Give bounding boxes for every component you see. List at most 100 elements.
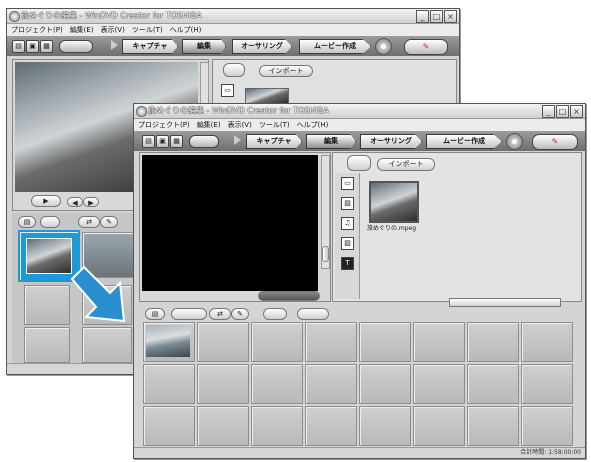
back-folder-tab[interactable]: [223, 63, 245, 77]
menu-project[interactable]: プロジェクト(P): [11, 24, 63, 36]
back-video-library-icon[interactable]: ▭: [221, 84, 234, 97]
back-titlebar: 旅めぐりの編集 - WinDVD Creator for TOSHIBA _ □…: [7, 9, 459, 24]
storyboard-cell[interactable]: [467, 322, 519, 362]
storyboard-cell[interactable]: [359, 322, 411, 362]
storyboard-scroll-track[interactable]: [449, 298, 561, 307]
maximize-button[interactable]: □: [430, 10, 443, 23]
tab-make-movie[interactable]: ムービー作成: [299, 39, 371, 54]
front-preview-scrollbar[interactable]: [321, 155, 330, 269]
frame-back-icon[interactable]: ◀: [67, 197, 83, 207]
back-storyboard-cell[interactable]: [24, 327, 70, 363]
title-library-icon[interactable]: T: [341, 257, 354, 270]
undo-redo-buttons[interactable]: [189, 135, 219, 148]
tab-authoring[interactable]: オーサリング: [232, 39, 292, 54]
new-project-icon[interactable]: ▤: [12, 40, 25, 53]
tab-make-movie[interactable]: ムービー作成: [426, 134, 502, 149]
front-preview-slider[interactable]: [258, 291, 320, 301]
front-preview-panel: [139, 152, 331, 302]
media-clip-thumbnail[interactable]: [369, 181, 419, 223]
disc-icon[interactable]: [375, 38, 392, 55]
new-project-icon[interactable]: ▤: [142, 135, 155, 148]
storyboard-cell[interactable]: [413, 406, 465, 446]
menu-tools[interactable]: ツール(T): [132, 24, 163, 36]
storyboard-cell[interactable]: [521, 322, 573, 362]
storyboard-cell[interactable]: [197, 322, 249, 362]
storyboard-cell[interactable]: [197, 406, 249, 446]
menu-help[interactable]: ヘルプ(H): [297, 119, 329, 131]
storyboard-cell[interactable]: [521, 364, 573, 404]
tab-edit[interactable]: 編集: [182, 39, 226, 54]
storyboard-cell[interactable]: [143, 364, 195, 404]
storyboard-cell[interactable]: [143, 406, 195, 446]
open-project-icon[interactable]: ▣: [156, 135, 169, 148]
storyboard-cell[interactable]: [413, 364, 465, 404]
menu-help[interactable]: ヘルプ(H): [170, 24, 202, 36]
front-folder-tab[interactable]: [347, 155, 371, 171]
back-storyboard-cell[interactable]: [24, 285, 70, 325]
menu-view[interactable]: 表示(V): [101, 24, 125, 36]
toolbox-icon[interactable]: ✎: [532, 134, 578, 150]
edit-icon[interactable]: ✎: [231, 308, 249, 320]
tab-authoring[interactable]: オーサリング: [360, 134, 422, 149]
back-toolbar: ▤ ▣ ▦ キャプチャ 編集 オーサリング ムービー作成 ✎: [7, 36, 459, 56]
ab-transition-icon[interactable]: ⇄: [78, 216, 100, 228]
storyboard-cell[interactable]: [305, 364, 357, 404]
close-button[interactable]: ×: [444, 10, 457, 23]
timeline-view-icon[interactable]: [40, 216, 60, 228]
front-preview-scroll-thumb[interactable]: [322, 246, 329, 262]
toolbox-icon[interactable]: ✎: [404, 39, 448, 55]
storyboard-option-button[interactable]: [263, 308, 287, 320]
storyboard-clip-cell[interactable]: [143, 322, 195, 362]
save-project-icon[interactable]: ▦: [40, 40, 53, 53]
transition-library-icon[interactable]: ▨: [341, 237, 354, 250]
back-import-button[interactable]: インポート: [259, 65, 313, 77]
close-button[interactable]: ×: [570, 105, 583, 118]
app-icon: [136, 106, 147, 117]
frame-forward-icon[interactable]: ▶: [83, 197, 99, 207]
tab-capture[interactable]: キャプチャ: [122, 39, 178, 54]
storyboard-cell[interactable]: [359, 364, 411, 404]
storyboard-cell[interactable]: [251, 364, 303, 404]
music-library-icon[interactable]: ♫: [341, 217, 354, 230]
timeline-view-icon[interactable]: [171, 308, 207, 320]
front-media-panel: インポート ▭ ▧ ♫ ▨ T 旅めぐりの.mpeg: [332, 152, 582, 302]
tab-capture[interactable]: キャプチャ: [246, 134, 302, 149]
video-library-icon[interactable]: ▭: [341, 177, 354, 190]
storyboard-cell[interactable]: [467, 406, 519, 446]
open-project-icon[interactable]: ▣: [26, 40, 39, 53]
undo-redo-buttons[interactable]: [59, 40, 93, 53]
storyboard-view-icon[interactable]: ▤: [145, 308, 165, 320]
storyboard-cell[interactable]: [467, 364, 519, 404]
disc-icon[interactable]: [506, 133, 523, 150]
storyboard-zoom-buttons[interactable]: [297, 308, 329, 320]
save-project-icon[interactable]: ▦: [170, 135, 183, 148]
edit-icon[interactable]: ✎: [100, 216, 118, 228]
image-library-icon[interactable]: ▧: [341, 197, 354, 210]
storyboard-cell[interactable]: [251, 406, 303, 446]
ab-transition-icon[interactable]: ⇄: [209, 308, 231, 320]
storyboard-cell[interactable]: [305, 406, 357, 446]
minimize-button[interactable]: _: [416, 10, 429, 23]
storyboard-cell[interactable]: [521, 406, 573, 446]
storyboard-cell[interactable]: [197, 364, 249, 404]
back-storyboard-cell[interactable]: [82, 327, 132, 363]
storyboard-cell[interactable]: [305, 322, 357, 362]
storyboard-cell[interactable]: [359, 406, 411, 446]
menu-view[interactable]: 表示(V): [228, 119, 252, 131]
play-icon[interactable]: ▶: [31, 195, 61, 207]
menu-edit[interactable]: 編集(E): [70, 24, 94, 36]
menu-tools[interactable]: ツール(T): [259, 119, 290, 131]
front-window: 旅めぐりの編集 - WinDVD Creator for TOSHIBA _ □…: [133, 103, 586, 459]
app-icon: [9, 11, 20, 22]
minimize-button[interactable]: _: [542, 105, 555, 118]
storyboard-cell[interactable]: [413, 322, 465, 362]
storyboard-cell[interactable]: [251, 322, 303, 362]
menu-edit[interactable]: 編集(E): [197, 119, 221, 131]
front-import-button[interactable]: インポート: [377, 158, 435, 171]
back-media-thumbnail[interactable]: [245, 88, 289, 104]
storyboard-view-icon[interactable]: ▤: [18, 216, 36, 228]
menu-project[interactable]: プロジェクト(P): [138, 119, 190, 131]
front-titlebar: 旅めぐりの編集 - WinDVD Creator for TOSHIBA _ □…: [134, 104, 585, 119]
tab-edit[interactable]: 編集: [306, 134, 356, 149]
maximize-button[interactable]: □: [556, 105, 569, 118]
